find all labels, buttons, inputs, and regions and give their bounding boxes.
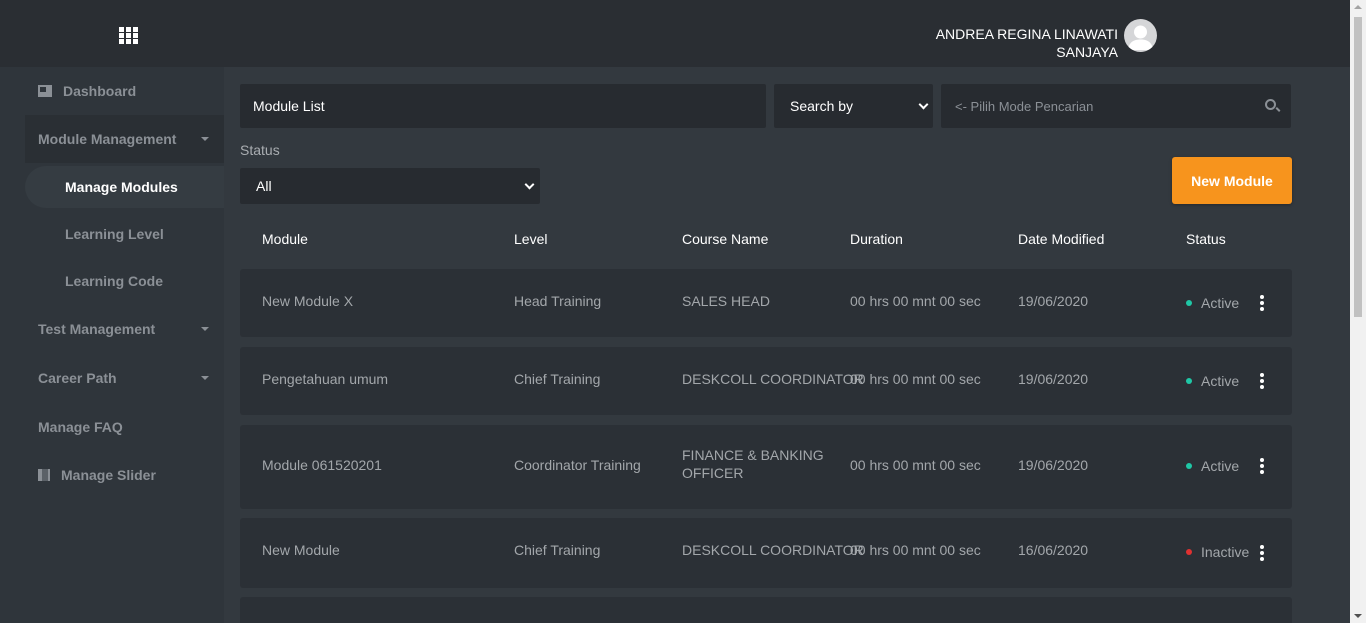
column-header-status[interactable]: Status bbox=[1186, 231, 1226, 247]
cell-course-name: FINANCE & BANKING OFFICER bbox=[682, 447, 824, 481]
scroll-down-icon[interactable] bbox=[1354, 614, 1362, 618]
table-header: Module Level Course Name Duration Date M… bbox=[240, 227, 1292, 251]
page-title: Module List bbox=[240, 84, 766, 128]
new-module-button[interactable]: New Module bbox=[1172, 157, 1292, 204]
status-select-value: All bbox=[256, 178, 272, 194]
status-dot-icon bbox=[1186, 300, 1192, 306]
search-placeholder: <- Pilih Mode Pencarian bbox=[955, 98, 1094, 114]
cell-course-name: DESKCOLL COORDINATOR bbox=[682, 371, 864, 387]
more-options-icon[interactable] bbox=[1254, 371, 1270, 391]
search-icon[interactable] bbox=[1265, 99, 1276, 110]
column-header-level[interactable]: Level bbox=[514, 231, 547, 247]
status-dot-icon bbox=[1186, 549, 1192, 555]
sidebar-item-dashboard[interactable]: Dashboard bbox=[25, 67, 224, 115]
avatar[interactable] bbox=[1124, 19, 1157, 52]
sidebar-item-career-path[interactable]: Career Path bbox=[25, 354, 224, 402]
search-input[interactable]: <- Pilih Mode Pencarian bbox=[941, 84, 1291, 128]
status-select[interactable]: All bbox=[240, 168, 540, 204]
more-options-icon[interactable] bbox=[1254, 293, 1270, 313]
sidebar-item-learning-level[interactable]: Learning Level bbox=[25, 213, 224, 255]
cell-date-modified: 19/06/2020 bbox=[1018, 457, 1089, 473]
sidebar-item-manage-faq[interactable]: Manage FAQ bbox=[25, 403, 224, 451]
sidebar-item-module-management[interactable]: Module Management bbox=[25, 115, 224, 163]
cell-duration: 00 hrs 00 mnt 00 sec bbox=[850, 542, 981, 558]
cell-date-modified: 19/06/2020 bbox=[1018, 371, 1089, 387]
sidebar-item-learning-code[interactable]: Learning Code bbox=[25, 260, 224, 302]
scroll-up-icon[interactable] bbox=[1354, 5, 1362, 9]
cell-duration: 00 hrs 00 mnt 00 sec bbox=[850, 371, 981, 387]
table-row[interactable]: Module 061520201 Coordinator Training FI… bbox=[240, 425, 1292, 509]
sidebar: Dashboard Module Management Manage Modul… bbox=[0, 67, 224, 623]
scrollbar[interactable] bbox=[1350, 0, 1366, 623]
table-row[interactable]: Pengetahuan umum Chief Training DESKCOLL… bbox=[240, 347, 1292, 415]
chevron-down-icon bbox=[918, 99, 929, 110]
table-row[interactable]: New Module Chief Training DESKCOLL COORD… bbox=[240, 518, 1292, 588]
cell-level: Chief Training bbox=[514, 371, 601, 387]
column-header-module[interactable]: Module bbox=[262, 231, 308, 247]
caret-down-icon bbox=[201, 137, 209, 141]
cell-module: New Module X bbox=[262, 293, 354, 309]
status-dot-icon bbox=[1186, 378, 1192, 384]
cell-level: Coordinator Training bbox=[514, 457, 641, 473]
column-header-course-name[interactable]: Course Name bbox=[682, 231, 768, 247]
chevron-down-icon bbox=[524, 179, 535, 190]
cell-level: Chief Training bbox=[514, 542, 601, 558]
table-row[interactable] bbox=[240, 597, 1292, 623]
cell-module: Pengetahuan umum bbox=[262, 371, 389, 387]
cell-module: Module 061520201 bbox=[262, 457, 382, 473]
sidebar-item-manage-slider[interactable]: Manage Slider bbox=[25, 451, 224, 499]
top-bar: ANDREA REGINA LINAWATI SANJAYA bbox=[0, 0, 1350, 67]
cell-date-modified: 19/06/2020 bbox=[1018, 293, 1089, 309]
table-row[interactable]: New Module X Head Training SALES HEAD 00… bbox=[240, 269, 1292, 337]
status-badge: Active bbox=[1186, 458, 1239, 474]
column-header-duration[interactable]: Duration bbox=[850, 231, 903, 247]
user-name-line1: ANDREA REGINA LINAWATI bbox=[935, 26, 1118, 42]
status-dot-icon bbox=[1186, 463, 1192, 469]
cell-duration: 00 hrs 00 mnt 00 sec bbox=[850, 457, 981, 473]
sidebar-item-test-management[interactable]: Test Management bbox=[25, 305, 224, 353]
cell-course-name: SALES HEAD bbox=[682, 293, 770, 309]
status-label: Status bbox=[240, 142, 280, 158]
cell-date-modified: 16/06/2020 bbox=[1018, 542, 1089, 558]
user-name-line2: SANJAYA bbox=[1056, 44, 1118, 60]
status-badge: Inactive bbox=[1186, 544, 1249, 560]
more-options-icon[interactable] bbox=[1254, 543, 1270, 563]
cell-course-name: DESKCOLL COORDINATOR bbox=[682, 542, 864, 558]
caret-down-icon bbox=[201, 327, 209, 331]
scrollbar-thumb[interactable] bbox=[1354, 17, 1362, 317]
sidebar-item-manage-modules[interactable]: Manage Modules bbox=[25, 166, 224, 208]
caret-down-icon bbox=[201, 376, 209, 380]
search-by-label: Search by bbox=[790, 98, 854, 114]
status-badge: Active bbox=[1186, 295, 1239, 311]
cell-duration: 00 hrs 00 mnt 00 sec bbox=[850, 293, 981, 309]
column-header-date-modified[interactable]: Date Modified bbox=[1018, 231, 1104, 247]
main-content: Module List Search by <- Pilih Mode Penc… bbox=[224, 67, 1350, 623]
slider-icon bbox=[38, 469, 50, 481]
cell-module: New Module bbox=[262, 542, 340, 558]
status-badge: Active bbox=[1186, 373, 1239, 389]
dashboard-icon bbox=[38, 85, 52, 97]
apps-grid-icon[interactable] bbox=[119, 27, 138, 44]
user-name: ANDREA REGINA LINAWATI SANJAYA bbox=[858, 25, 1118, 61]
cell-level: Head Training bbox=[514, 293, 602, 309]
more-options-icon[interactable] bbox=[1254, 456, 1270, 476]
search-by-select[interactable]: Search by bbox=[774, 84, 933, 128]
